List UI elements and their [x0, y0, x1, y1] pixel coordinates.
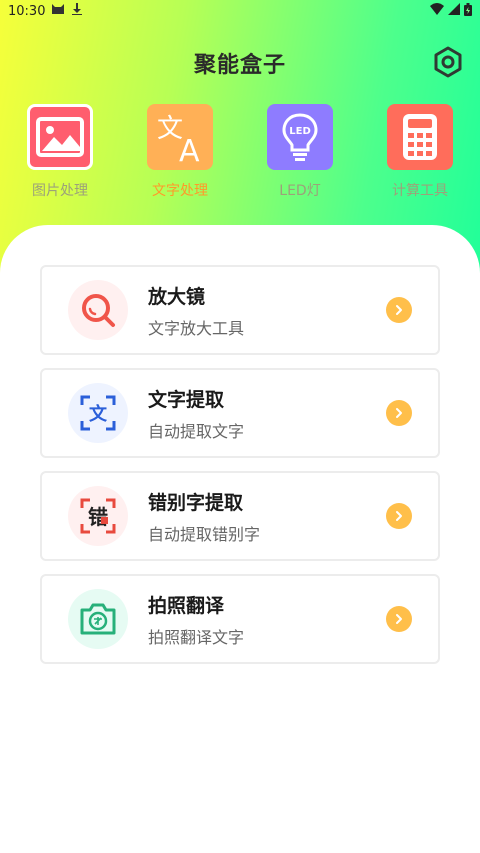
battery-icon: [464, 2, 472, 20]
app-title: 聚能盒子: [193, 53, 286, 78]
chevron-right-icon[interactable]: [386, 606, 412, 632]
status-time: 10:30: [8, 3, 46, 19]
chevron-right-icon[interactable]: [386, 400, 412, 426]
tab-led-light[interactable]: LED LED灯: [250, 104, 350, 200]
tab-label: LED灯: [279, 183, 321, 199]
tool-subtitle: 自动提取文字: [148, 421, 245, 441]
image-icon: [27, 104, 93, 170]
svg-text:A: A: [179, 134, 200, 163]
translate-icon: 文 A: [147, 104, 213, 170]
tool-title: 放大镜: [148, 285, 206, 308]
tab-image-processing[interactable]: 图片处理: [10, 104, 110, 200]
status-bar: 10:30: [0, 0, 480, 22]
chevron-right-icon[interactable]: [386, 297, 412, 323]
tool-subtitle: 文字放大工具: [148, 318, 245, 338]
tool-list: 放大镜 文字放大工具 文 文字提取 自动提取文字 错 错别字提取 自动提取错别字…: [40, 265, 440, 677]
cat-icon: [51, 3, 65, 19]
bulb-icon: LED: [267, 104, 333, 170]
typo-scan-icon: 错: [68, 486, 128, 546]
tab-label: 图片处理: [32, 183, 88, 199]
magnifier-icon: [68, 280, 128, 340]
tool-title: 文字提取: [148, 388, 225, 411]
download-icon: [71, 3, 83, 19]
tab-label: 文字处理: [152, 183, 208, 199]
signal-icon: [448, 3, 460, 19]
chevron-right-icon[interactable]: [386, 503, 412, 529]
svg-text:LED: LED: [289, 126, 311, 137]
tool-subtitle: 自动提取错别字: [148, 524, 261, 544]
tool-item-text-extract[interactable]: 文 文字提取 自动提取文字: [40, 368, 440, 458]
tab-text-processing[interactable]: 文 A 文字处理: [130, 104, 230, 200]
wifi-icon: [430, 3, 444, 19]
tool-item-typo-extract[interactable]: 错 错别字提取 自动提取错别字: [40, 471, 440, 561]
tool-subtitle: 拍照翻译文字: [148, 627, 245, 647]
app-header: 聚能盒子: [0, 40, 480, 86]
camera-translate-icon: [68, 589, 128, 649]
settings-button[interactable]: [432, 44, 464, 80]
tool-item-photo-translate[interactable]: 拍照翻译 拍照翻译文字: [40, 574, 440, 664]
tab-calculator-tools[interactable]: 计算工具: [370, 104, 470, 200]
tool-list-panel: 放大镜 文字放大工具 文 文字提取 自动提取文字 错 错别字提取 自动提取错别字…: [0, 225, 480, 853]
text-scan-glyph: 文: [89, 403, 108, 425]
tool-title: 错别字提取: [148, 491, 244, 514]
tab-label: 计算工具: [392, 183, 448, 199]
tool-item-magnifier[interactable]: 放大镜 文字放大工具: [40, 265, 440, 355]
hexagon-settings-icon: [434, 46, 462, 78]
tool-title: 拍照翻译: [148, 594, 225, 617]
category-tabs: 图片处理 文 A 文字处理 LED LED灯 计算工具: [0, 104, 480, 204]
text-scan-icon: 文: [68, 383, 128, 443]
calculator-icon: [387, 104, 453, 170]
